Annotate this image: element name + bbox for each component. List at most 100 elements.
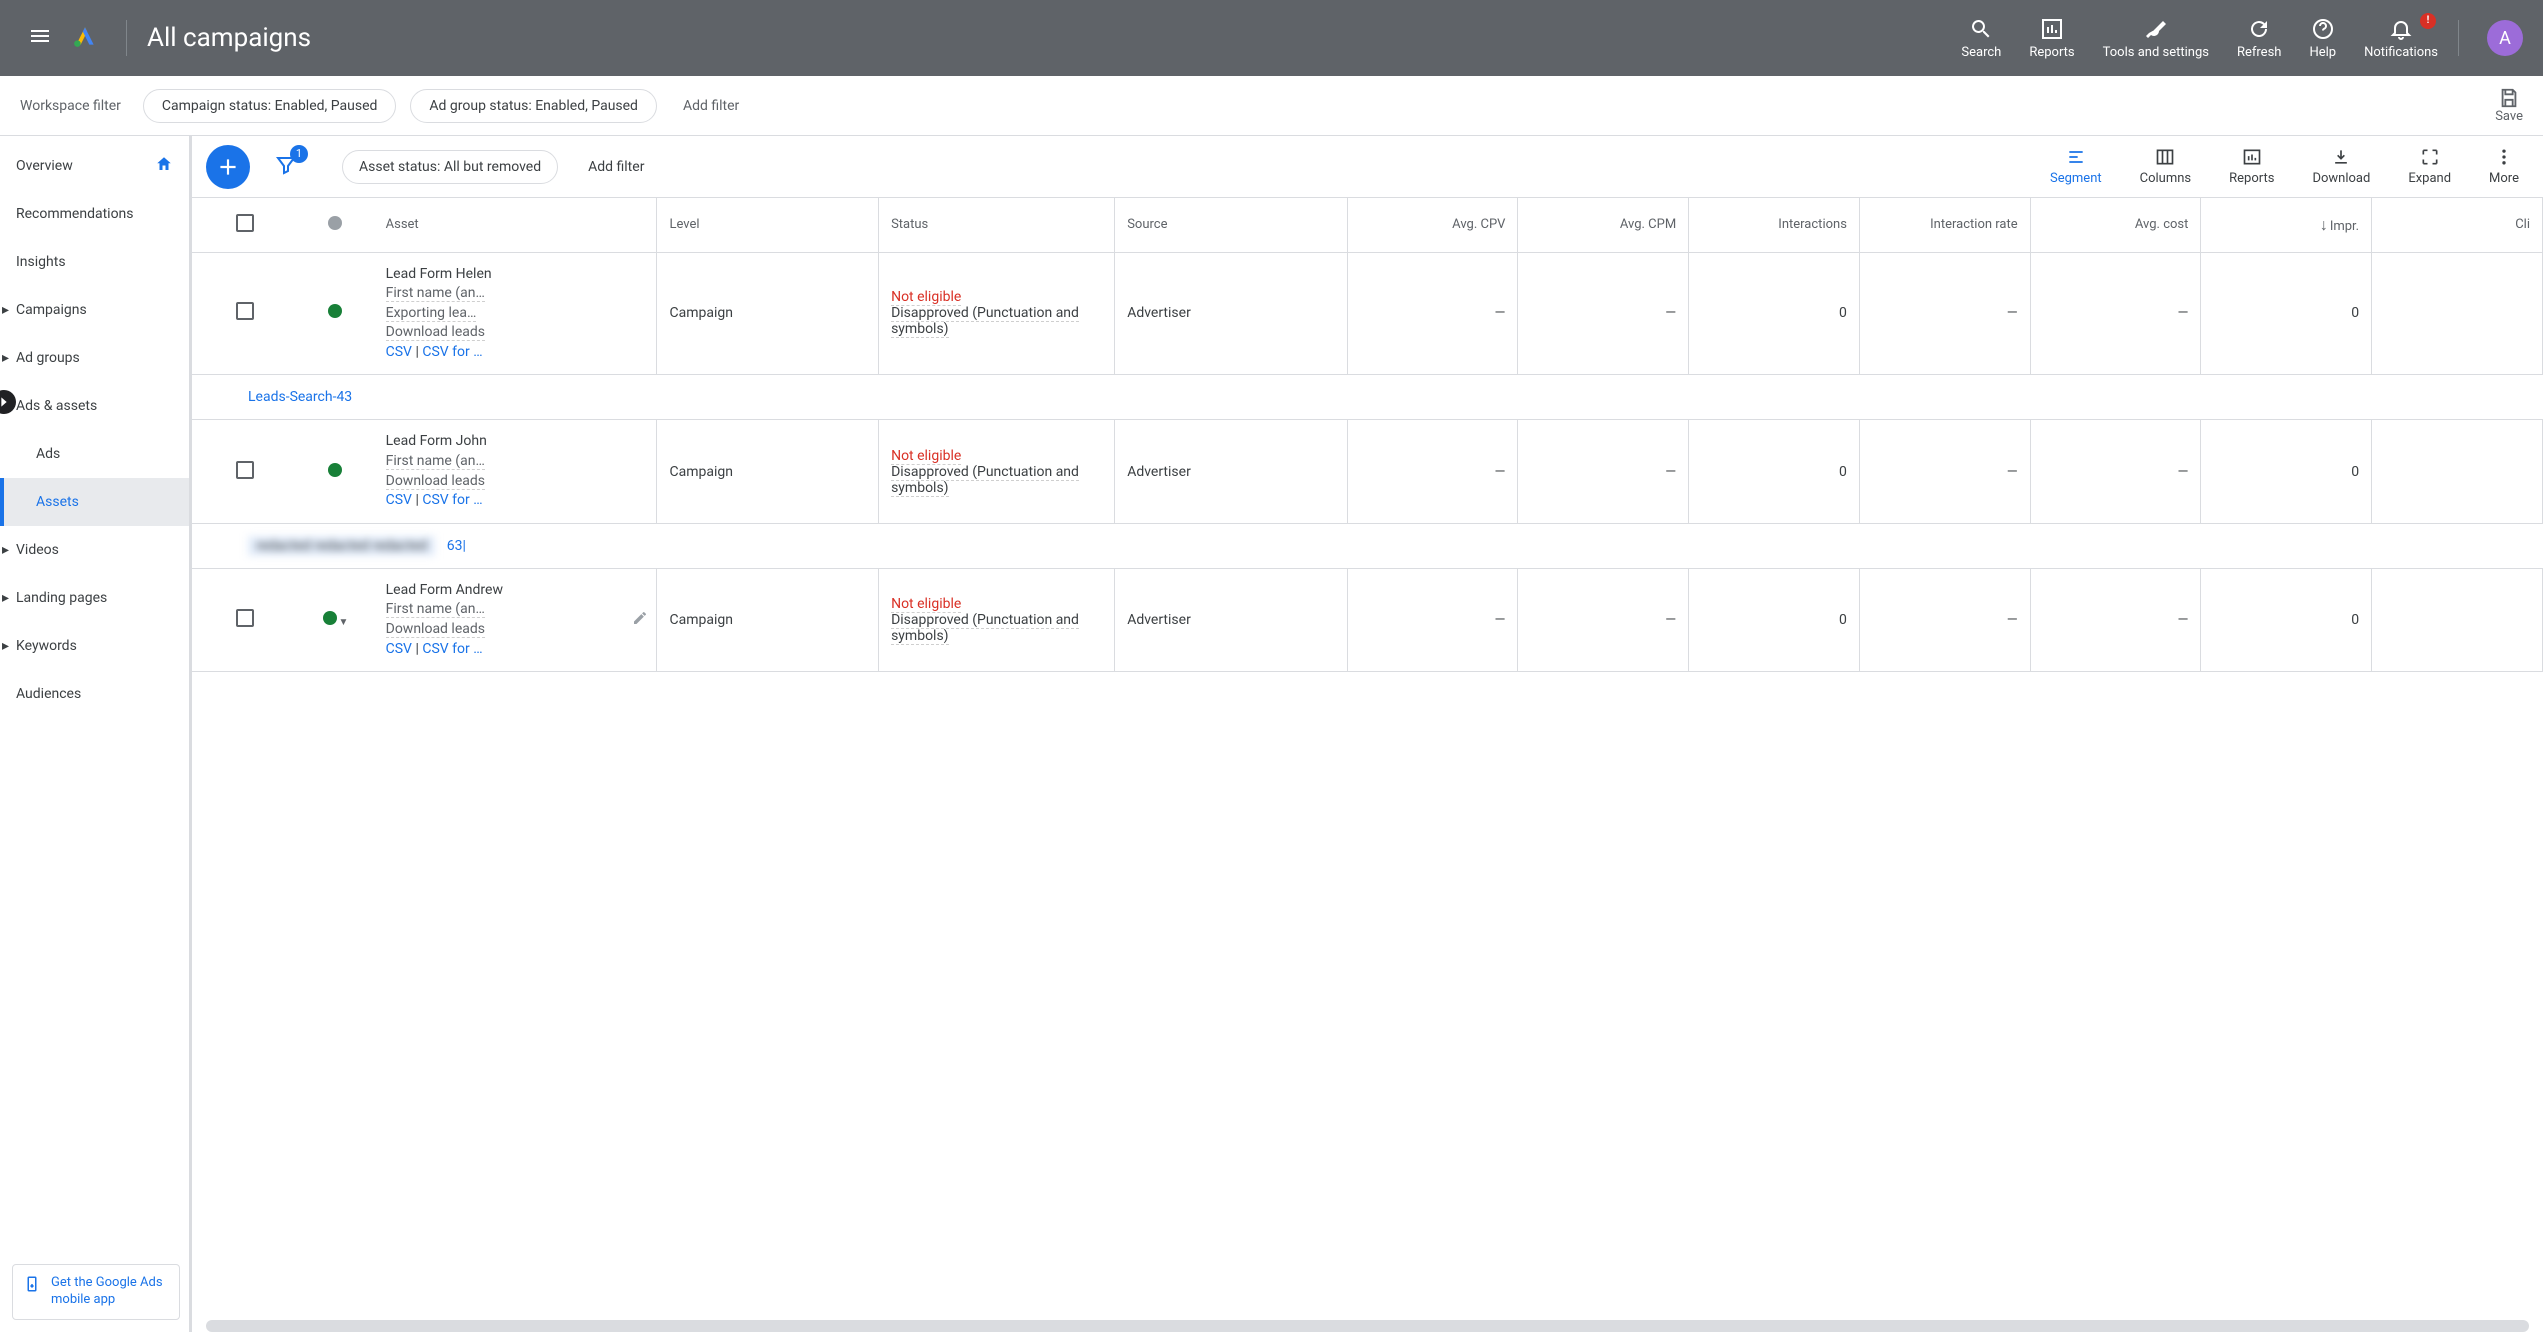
toolbar-reports-button[interactable]: Reports: [2219, 147, 2284, 186]
row-checkbox[interactable]: [192, 252, 297, 375]
th-level[interactable]: Level: [657, 198, 879, 252]
account-avatar[interactable]: A: [2487, 20, 2523, 56]
th-impr[interactable]: ↓Impr.: [2201, 198, 2372, 252]
row-status-dot[interactable]: [297, 420, 373, 523]
row-status-dot[interactable]: ▼: [297, 568, 373, 671]
toolbar-add-filter[interactable]: Add filter: [576, 151, 656, 183]
csv-link[interactable]: CSV: [386, 641, 412, 657]
cell-interaction-rate: —: [1859, 568, 2030, 671]
chevron-right-icon: ▸: [2, 590, 9, 606]
main-layout: Overview Recommendations Insights ▸Campa…: [0, 136, 2543, 1332]
horizontal-scrollbar[interactable]: [206, 1320, 2529, 1332]
edit-icon[interactable]: [632, 610, 648, 630]
more-button[interactable]: More: [2479, 147, 2529, 186]
chevron-down-icon[interactable]: ▼: [339, 617, 349, 628]
menu-icon[interactable]: [20, 16, 60, 60]
table-row[interactable]: Lead Form JohnFirst name (an…Download le…: [192, 420, 2543, 523]
cell-avg-cpm: —: [1518, 568, 1689, 671]
table-row[interactable]: ▼Lead Form AndrewFirst name (an…Download…: [192, 568, 2543, 671]
campaign-group-row[interactable]: Leads-Search-43: [192, 375, 2543, 420]
sidebar-item-adgroups[interactable]: ▸Ad groups: [0, 334, 189, 382]
table-row[interactable]: Lead Form HelenFirst name (an…Exporting …: [192, 252, 2543, 375]
campaign-link-suffix[interactable]: 63|: [439, 536, 474, 556]
csv-link[interactable]: CSV: [386, 492, 412, 508]
sidebar-label: Landing pages: [16, 590, 107, 606]
th-checkbox[interactable]: [192, 198, 297, 252]
campaign-link[interactable]: Leads-Search-43: [248, 389, 352, 405]
sidebar-item-ads-assets[interactable]: ▾Ads & assets: [0, 382, 189, 430]
cell-interactions: 0: [1689, 252, 1860, 375]
sidebar-label: Insights: [16, 254, 66, 270]
filter-icon-button[interactable]: 1: [268, 147, 304, 187]
notifications-label: Notifications: [2364, 45, 2438, 60]
segment-button[interactable]: Segment: [2040, 147, 2112, 186]
row-checkbox[interactable]: [192, 420, 297, 523]
help-label: Help: [2309, 45, 2336, 60]
assets-table-wrap[interactable]: Asset Level Status Source Avg. CPV Avg. …: [192, 198, 2543, 1320]
cell-status: Not eligibleDisapproved (Punctuation and…: [879, 252, 1115, 375]
th-clicks[interactable]: Cli: [2372, 198, 2543, 252]
notifications-button[interactable]: ! Notifications: [2364, 17, 2438, 60]
sidebar-label: Videos: [16, 542, 59, 558]
csv-link[interactable]: CSV: [386, 344, 412, 360]
th-status[interactable]: Status: [879, 198, 1115, 252]
status-main: Not eligible: [891, 596, 961, 613]
reports-button[interactable]: Reports: [2029, 17, 2074, 60]
mobile-app-promo[interactable]: Get the Google Ads mobile app: [12, 1264, 180, 1320]
google-ads-logo-icon[interactable]: [72, 23, 98, 53]
csv-for-link[interactable]: CSV for …: [422, 344, 482, 360]
sidebar-item-ads[interactable]: Ads: [0, 430, 189, 478]
th-status-dot[interactable]: [297, 198, 373, 252]
th-asset[interactable]: Asset: [374, 198, 657, 252]
tools-button[interactable]: Tools and settings: [2103, 17, 2209, 60]
cell-clicks: [2372, 420, 2543, 523]
sidebar-item-audiences[interactable]: Audiences: [0, 670, 189, 718]
refresh-button[interactable]: Refresh: [2237, 17, 2281, 60]
sidebar-label: Ads: [36, 446, 60, 462]
csv-for-link[interactable]: CSV for …: [422, 492, 482, 508]
th-avg-cpm[interactable]: Avg. CPM: [1518, 198, 1689, 252]
status-detail: Disapproved (Punctuation and symbols): [891, 305, 1079, 338]
sidebar-item-assets[interactable]: Assets: [0, 478, 189, 526]
th-avg-cpv[interactable]: Avg. CPV: [1347, 198, 1518, 252]
th-interaction-rate[interactable]: Interaction rate: [1859, 198, 2030, 252]
download-button[interactable]: Download: [2302, 147, 2380, 186]
sidebar-item-recommendations[interactable]: Recommendations: [0, 190, 189, 238]
sidebar-item-keywords[interactable]: ▸Keywords: [0, 622, 189, 670]
campaign-group-row[interactable]: redacted redacted redacted 63|: [192, 523, 2543, 568]
expand-button[interactable]: Expand: [2398, 147, 2461, 186]
th-source[interactable]: Source: [1115, 198, 1348, 252]
th-avg-cost[interactable]: Avg. cost: [2030, 198, 2201, 252]
save-button[interactable]: Save: [2495, 87, 2523, 124]
th-interactions[interactable]: Interactions: [1689, 198, 1860, 252]
cell-avg-cpm: —: [1518, 252, 1689, 375]
sidebar-item-landing-pages[interactable]: ▸ Landing pages: [0, 574, 189, 622]
cell-status: Not eligibleDisapproved (Punctuation and…: [879, 568, 1115, 671]
search-button[interactable]: Search: [1961, 17, 2001, 60]
cell-source: Advertiser: [1115, 252, 1348, 375]
row-checkbox[interactable]: [192, 568, 297, 671]
row-status-dot[interactable]: [297, 252, 373, 375]
download-leads-label: Download leads: [386, 324, 485, 341]
chevron-right-icon: ▸: [2, 302, 9, 318]
sidebar-item-insights[interactable]: Insights: [0, 238, 189, 286]
asset-title: Lead Form Andrew: [386, 581, 645, 601]
chip-asset-status[interactable]: Asset status: All but removed: [342, 150, 558, 184]
add-filter-link[interactable]: Add filter: [671, 90, 751, 122]
sidebar-item-overview[interactable]: Overview: [0, 142, 189, 190]
columns-button[interactable]: Columns: [2130, 147, 2202, 186]
sidebar-item-campaigns[interactable]: ▸Campaigns: [0, 286, 189, 334]
chip-campaign-status[interactable]: Campaign status: Enabled, Paused: [143, 89, 397, 123]
sidebar-label: Recommendations: [16, 206, 134, 222]
cell-interaction-rate: —: [1859, 420, 2030, 523]
cell-avg-cost: —: [2030, 568, 2201, 671]
chip-adgroup-status[interactable]: Ad group status: Enabled, Paused: [410, 89, 657, 123]
campaign-link-redacted[interactable]: redacted redacted redacted: [248, 536, 435, 556]
asset-title: Lead Form Helen: [386, 265, 645, 285]
help-button[interactable]: Help: [2309, 17, 2336, 60]
sidebar-label: Overview: [16, 158, 73, 174]
csv-for-link[interactable]: CSV for …: [422, 641, 482, 657]
add-button[interactable]: [206, 145, 250, 189]
asset-note: Exporting lea…: [386, 305, 477, 322]
sidebar-item-videos[interactable]: ▸Videos: [0, 526, 189, 574]
